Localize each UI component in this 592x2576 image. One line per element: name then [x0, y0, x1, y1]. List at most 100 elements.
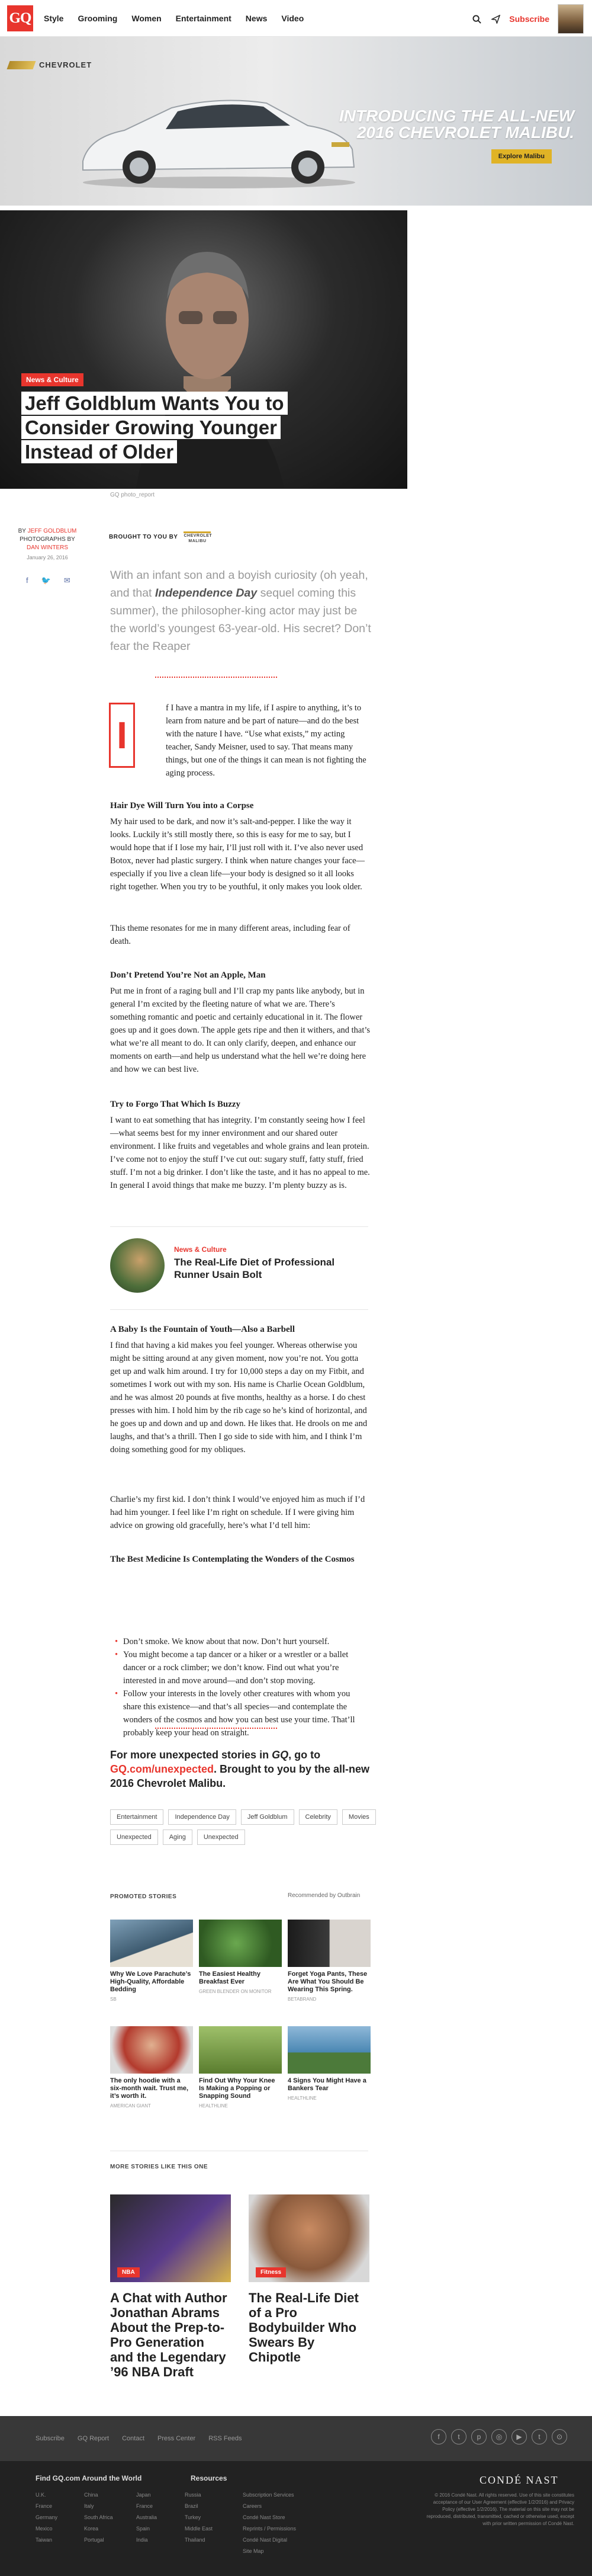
tag-unexpected[interactable]: Unexpected	[197, 1830, 245, 1845]
footer-link-gq-report[interactable]: GQ Report	[78, 2435, 109, 2442]
outbrain-credit[interactable]: Recommended by Outbrain	[288, 1892, 360, 1899]
promoted-card-title[interactable]: Why We Love Parachute’s High-Quality, Af…	[110, 1971, 193, 1994]
footer-intl-link[interactable]: Germany	[36, 2514, 57, 2520]
send-icon[interactable]	[490, 14, 501, 24]
promoted-card-title[interactable]: The only hoodie with a six-month wait. T…	[110, 2077, 193, 2100]
tumblr-icon[interactable]: t	[532, 2429, 547, 2444]
nav-item-news[interactable]: News	[246, 14, 268, 23]
conde-nast-logo[interactable]: CONDÉ NAST	[480, 2474, 559, 2487]
nav-item-video[interactable]: Video	[281, 14, 304, 23]
footer-intl-link[interactable]: Spain	[136, 2526, 157, 2532]
promoted-card-image[interactable]	[199, 2026, 282, 2074]
more-story-title[interactable]: A Chat with Author Jonathan Abrams About…	[110, 2290, 231, 2379]
nav-item-grooming[interactable]: Grooming	[78, 14, 117, 23]
category-badge[interactable]: News & Culture	[21, 373, 83, 386]
tag-celebrity[interactable]: Celebrity	[298, 1809, 337, 1825]
tag-jeff-goldblum[interactable]: Jeff Goldblum	[240, 1809, 294, 1825]
nav-item-entertainment[interactable]: Entertainment	[176, 14, 231, 23]
promoted-card-title[interactable]: Forget Yoga Pants, These Are What You Sh…	[288, 1971, 371, 1994]
search-icon[interactable]	[471, 14, 482, 24]
email-icon[interactable]: ✉	[64, 576, 70, 585]
footer-link-rss-feeds[interactable]: RSS Feeds	[208, 2435, 242, 2442]
related-story-category[interactable]: News & Culture	[174, 1245, 227, 1254]
more-story-card[interactable]: Fitness The Real-Life Diet of a Pro Body…	[249, 2194, 369, 2364]
promoted-card[interactable]: The only hoodie with a six-month wait. T…	[110, 2026, 193, 2109]
tag-movies[interactable]: Movies	[342, 1809, 376, 1825]
related-story-title[interactable]: The Real-Life Diet of Professional Runne…	[174, 1256, 369, 1281]
footer-intl-link[interactable]: Taiwan	[36, 2537, 57, 2543]
footer-resource-link[interactable]: Reprints / Permissions	[243, 2526, 296, 2532]
footer-link-contact[interactable]: Contact	[122, 2435, 144, 2442]
promoted-card[interactable]: Forget Yoga Pants, These Are What You Sh…	[288, 1920, 371, 2002]
dek-emphasis: Independence Day	[155, 587, 258, 600]
footer-link-subscribe[interactable]: Subscribe	[36, 2435, 65, 2442]
promoted-card[interactable]: The Easiest Healthy Breakfast Ever GREEN…	[199, 1920, 282, 1994]
related-story-thumbnail[interactable]	[110, 1238, 165, 1293]
footer-resource-link[interactable]: Subscription Services	[243, 2492, 296, 2498]
instagram-icon[interactable]: ◎	[491, 2429, 507, 2444]
footer-intl-link[interactable]: Turkey	[185, 2514, 213, 2520]
footer-intl-link[interactable]: France	[36, 2503, 57, 2509]
more-story-title[interactable]: The Real-Life Diet of a Pro Bodybuilder …	[249, 2290, 369, 2364]
promoted-card-title[interactable]: The Easiest Healthy Breakfast Ever	[199, 1971, 282, 1986]
facebook-icon[interactable]: f	[26, 576, 28, 585]
gq-logo[interactable]: GQ	[7, 5, 33, 31]
footer-intl-link[interactable]: China	[84, 2492, 113, 2498]
footer-intl-link[interactable]: Korea	[84, 2526, 113, 2532]
footer-intl-link[interactable]: South Africa	[84, 2514, 113, 2520]
footer-intl-link[interactable]: Mexico	[36, 2526, 57, 2532]
nav-item-women[interactable]: Women	[131, 14, 161, 23]
promoted-card[interactable]: Find Out Why Your Knee Is Making a Poppi…	[199, 2026, 282, 2109]
promoted-card[interactable]: 4 Signs You Might Have a Bankers Tear HE…	[288, 2026, 371, 2101]
footer-resource-link[interactable]: Condé Nast Store	[243, 2514, 296, 2520]
footer-intl-link[interactable]: Thailand	[185, 2537, 213, 2543]
sponsor-logo[interactable]: CHEVROLET MALIBU	[184, 531, 212, 543]
more-story-category[interactable]: Fitness	[256, 2267, 287, 2277]
footer-resource-link[interactable]: Site Map	[243, 2548, 296, 2554]
youtube-icon[interactable]: ▶	[511, 2429, 527, 2444]
footer-intl-link[interactable]: Italy	[84, 2503, 113, 2509]
footer-intl-link[interactable]: Brazil	[185, 2503, 213, 2509]
more-story-image[interactable]: NBA	[110, 2194, 231, 2282]
twitter-icon[interactable]: t	[451, 2429, 466, 2444]
footer-intl-link[interactable]: U.K.	[36, 2492, 57, 2498]
promoted-card[interactable]: Why We Love Parachute’s High-Quality, Af…	[110, 1920, 193, 2002]
facebook-icon[interactable]: f	[431, 2429, 446, 2444]
tag-independence-day[interactable]: Independence Day	[168, 1809, 236, 1825]
rss-icon[interactable]: ⊙	[552, 2429, 567, 2444]
footer-intl-link[interactable]: Middle East	[185, 2526, 213, 2532]
nav-item-style[interactable]: Style	[44, 14, 63, 23]
footer-intl-link[interactable]: India	[136, 2537, 157, 2543]
tag-entertainment[interactable]: Entertainment	[110, 1809, 164, 1825]
more-story-category[interactable]: NBA	[117, 2267, 140, 2277]
author-link[interactable]: JEFF GOLDBLUM	[28, 528, 77, 534]
footer-resource-link[interactable]: Condé Nast Digital	[243, 2537, 296, 2543]
more-story-image[interactable]: Fitness	[249, 2194, 369, 2282]
promoted-card-title[interactable]: 4 Signs You Might Have a Bankers Tear	[288, 2077, 371, 2093]
twitter-icon[interactable]: 🐦	[41, 576, 51, 585]
promoted-card-title[interactable]: Find Out Why Your Knee Is Making a Poppi…	[199, 2077, 282, 2100]
related-story-card[interactable]: News & Culture The Real-Life Diet of Pro…	[110, 1238, 377, 1297]
tag-aging[interactable]: Aging	[162, 1830, 192, 1845]
footer-intl-link[interactable]: France	[136, 2503, 157, 2509]
more-story-card[interactable]: NBA A Chat with Author Jonathan Abrams A…	[110, 2194, 231, 2379]
footer-intl-link[interactable]: Portugal	[84, 2537, 113, 2543]
photographer-link[interactable]: DAN WINTERS	[12, 544, 83, 552]
promoted-card-image[interactable]	[288, 1920, 371, 1967]
footer-intl-link[interactable]: Japan	[136, 2492, 157, 2498]
cta-link[interactable]: GQ.com/unexpected	[110, 1763, 214, 1775]
tag-unexpected[interactable]: Unexpected	[110, 1830, 158, 1845]
promoted-card-image[interactable]	[110, 1920, 193, 1967]
magazine-cover-thumbnail[interactable]	[558, 4, 584, 34]
footer-intl-link[interactable]: Russia	[185, 2492, 213, 2498]
footer-link-press-center[interactable]: Press Center	[157, 2435, 195, 2442]
promoted-card-image[interactable]	[110, 2026, 193, 2074]
footer-intl-link[interactable]: Australia	[136, 2514, 157, 2520]
promoted-card-image[interactable]	[199, 1920, 282, 1967]
explore-malibu-button[interactable]: Explore Malibu	[491, 149, 552, 164]
subscribe-link[interactable]: Subscribe	[509, 14, 549, 24]
footer-resource-link[interactable]: Careers	[243, 2503, 296, 2509]
promoted-card-image[interactable]	[288, 2026, 371, 2074]
chevrolet-ad-banner[interactable]: CHEVROLET INTRODUCING THE ALL-NEW 2016 C…	[0, 37, 592, 206]
pinterest-icon[interactable]: p	[471, 2429, 487, 2444]
